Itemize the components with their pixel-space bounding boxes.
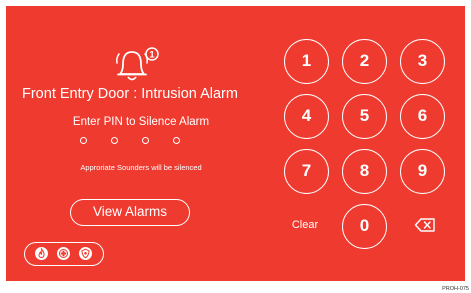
pin-dot [80, 137, 87, 144]
key-5[interactable]: 5 [342, 94, 387, 139]
image-code: PROH-075 [442, 286, 469, 292]
pin-dot [173, 137, 180, 144]
key-6[interactable]: 6 [400, 94, 445, 139]
view-alarms-button[interactable]: View Alarms [70, 199, 190, 226]
backspace-button[interactable] [414, 217, 436, 233]
key-3[interactable]: 3 [400, 39, 445, 84]
key-1[interactable]: 1 [284, 39, 329, 84]
backspace-icon [414, 218, 435, 232]
alarm-bell: 1 [114, 46, 160, 88]
clear-button[interactable]: Clear [282, 219, 328, 231]
key-0[interactable]: 0 [342, 204, 387, 249]
key-9[interactable]: 9 [400, 149, 445, 194]
pin-prompt: Enter PIN to Silence Alarm [72, 116, 210, 128]
pin-entry-indicator [80, 137, 184, 149]
medical-icon [57, 247, 70, 260]
key-4[interactable]: 4 [284, 94, 329, 139]
police-icon [79, 247, 92, 260]
key-7[interactable]: 7 [284, 149, 329, 194]
alarm-count-badge: 1 [145, 47, 159, 61]
pin-dot [142, 137, 149, 144]
alarm-count: 1 [149, 50, 154, 60]
alarm-type-indicators [24, 242, 104, 266]
pin-dot [111, 137, 118, 144]
key-2[interactable]: 2 [342, 39, 387, 84]
alarm-title: Front Entry Door : Intrusion Alarm [22, 86, 238, 102]
fire-icon [35, 247, 48, 260]
key-8[interactable]: 8 [342, 149, 387, 194]
alarm-screen: 1 Front Entry Door : Intrusion Alarm Ent… [6, 6, 465, 281]
sounder-note: Approriate Sounders will be silenced [80, 163, 202, 172]
